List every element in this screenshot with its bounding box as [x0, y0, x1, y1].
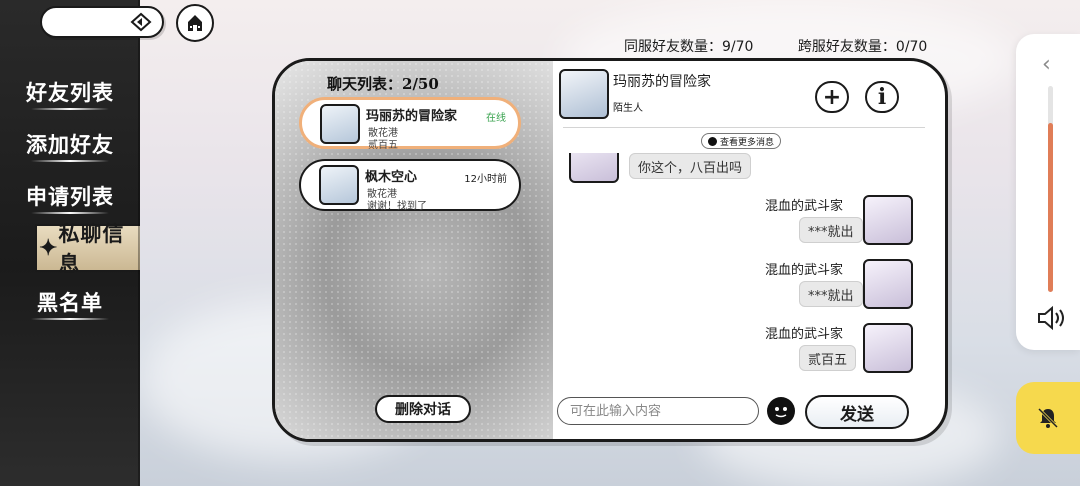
sidebar-item-private-messages[interactable]: ✦ 私聊信息 — [35, 221, 140, 276]
message-sender: 混血的武斗家 — [765, 199, 844, 214]
volume-fill — [1048, 123, 1053, 292]
sidebar-item-requests[interactable]: 申请列表 — [0, 170, 140, 222]
divider — [31, 160, 109, 162]
message-bubble: ***就出 — [799, 217, 863, 243]
sidebar: 好友列表 添加好友 申请列表 ✦ 私聊信息 黑名单 — [0, 0, 140, 486]
divider — [31, 108, 109, 110]
chat-list-title: 聊天列表：2/50 — [327, 75, 439, 93]
diamond-arrow-icon — [130, 12, 152, 32]
info-button[interactable]: i — [865, 81, 899, 113]
chevron-left-icon[interactable]: ‹ — [1042, 52, 1051, 77]
emoji-button[interactable] — [767, 397, 795, 425]
message-sender: 混血的武斗家 — [765, 263, 844, 278]
volume-panel: ‹ — [1016, 34, 1080, 350]
message-bubble: ***就出 — [799, 281, 863, 307]
plus-icon: + — [822, 84, 842, 110]
back-pill-button[interactable] — [40, 6, 164, 38]
more-messages-button[interactable]: 查看更多消息 — [701, 133, 782, 149]
divider — [31, 318, 109, 320]
status-badge: 在线 — [486, 113, 506, 124]
sidebar-item-blacklist[interactable]: 黑名单 — [0, 276, 140, 328]
sidebar-item-add-friend[interactable]: 添加好友 — [0, 118, 140, 170]
sparkle-icon: ✦ — [39, 235, 59, 261]
add-friend-button[interactable]: + — [815, 81, 849, 113]
status-badge: 12小时前 — [464, 174, 507, 185]
avatar — [863, 195, 913, 245]
message-bubble: 你这个，八百出吗 — [629, 153, 752, 179]
composer: 发送 — [553, 395, 945, 431]
home-icon — [188, 15, 202, 31]
avatar — [569, 153, 619, 183]
peer-name: 玛丽苏的冒险家 — [613, 74, 711, 90]
sidebar-item-label: 黑名单 — [37, 290, 103, 315]
delete-conversation-button[interactable]: 删除对话 — [375, 395, 471, 423]
avatar — [863, 323, 913, 373]
divider — [31, 212, 109, 214]
chat-list-panel: 聊天列表：2/50 玛丽苏的冒险家 散花港 贰百五 在线 枫木空心 散花港 谢谢… — [275, 61, 553, 439]
sidebar-item-label: 添加好友 — [26, 132, 114, 157]
more-messages-label: 查看更多消息 — [720, 137, 775, 148]
conversation-panel: 玛丽苏的冒险家 陌生人 + i 查看更多消息 你这个，八百出吗 混血的武斗家 *… — [553, 61, 945, 439]
sidebar-item-label: 私聊信息 — [58, 221, 125, 276]
emoji-icon — [775, 407, 787, 418]
home-button[interactable] — [176, 4, 214, 42]
clock-icon — [708, 136, 717, 146]
message-sender: 混血的武斗家 — [765, 327, 844, 342]
friend-counts: 同服好友数量：9/70 跨服好友数量：0/70 — [624, 36, 967, 56]
chat-last-message: 谢谢！找到了 — [367, 201, 427, 212]
message-list: 你这个，八百出吗 混血的武斗家 ***就出 混血的武斗家 ***就出 混血的武斗… — [553, 153, 945, 383]
avatar[interactable] — [559, 69, 609, 119]
send-button[interactable]: 发送 — [805, 395, 909, 429]
avatar — [319, 165, 359, 205]
sidebar-item-friend-list[interactable]: 好友列表 — [0, 66, 140, 118]
volume-slider[interactable] — [1048, 86, 1053, 292]
bell-off-icon — [1037, 407, 1059, 429]
divider — [563, 127, 925, 128]
same-server-count: 同服好友数量：9/70 — [624, 39, 754, 55]
sidebar-item-label: 申请列表 — [26, 184, 114, 209]
speaker-icon[interactable] — [1036, 304, 1068, 332]
chat-list-item[interactable]: 玛丽苏的冒险家 散花港 贰百五 在线 — [299, 97, 521, 151]
avatar — [863, 259, 913, 309]
chat-window: 聊天列表：2/50 玛丽苏的冒险家 散花港 贰百五 在线 枫木空心 散花港 谢谢… — [272, 58, 948, 442]
mute-notifications-button[interactable] — [1016, 382, 1080, 454]
info-icon: i — [877, 84, 887, 110]
chat-last-message: 贰百五 — [368, 140, 398, 151]
chat-list-item[interactable]: 枫木空心 散花港 谢谢！找到了 12小时前 — [299, 159, 521, 212]
avatar — [320, 104, 360, 144]
chat-name: 枫木空心 — [365, 170, 418, 185]
message-input[interactable] — [557, 397, 759, 425]
cross-server-count: 跨服好友数量：0/70 — [797, 39, 928, 55]
sidebar-menu: 好友列表 添加好友 申请列表 ✦ 私聊信息 黑名单 — [0, 66, 140, 328]
message-bubble: 贰百五 — [799, 345, 857, 371]
peer-relation: 陌生人 — [613, 103, 643, 114]
sidebar-item-label: 好友列表 — [26, 80, 114, 105]
chat-name: 玛丽苏的冒险家 — [366, 109, 458, 124]
